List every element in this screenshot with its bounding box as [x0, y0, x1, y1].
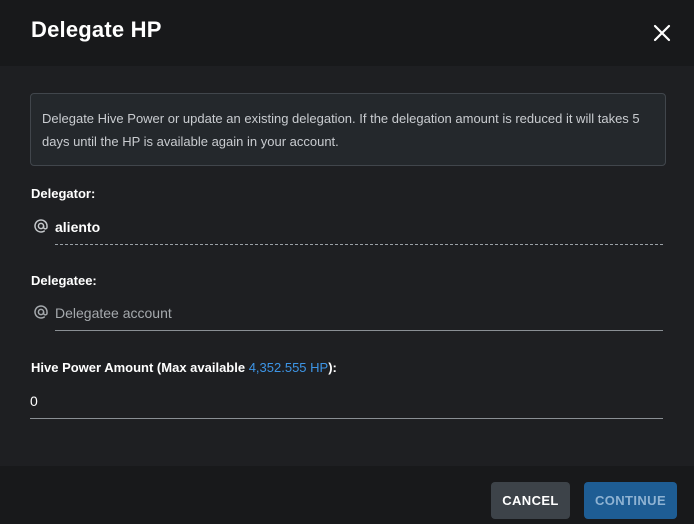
max-available-link[interactable]: 4,352.555 HP — [249, 360, 329, 375]
dialog-body: Delegate Hive Power or update an existin… — [0, 66, 694, 466]
amount-field[interactable] — [30, 381, 663, 419]
delegator-label: Delegator: — [31, 186, 96, 201]
delegate-hp-dialog: Delegate HP Delegate Hive Power or updat… — [0, 0, 694, 524]
dialog-header: Delegate HP — [0, 0, 694, 66]
at-icon — [33, 304, 49, 320]
dialog-footer: CANCEL CONTINUE — [0, 466, 694, 524]
amount-input[interactable] — [30, 390, 660, 412]
delegator-underline — [55, 244, 663, 245]
info-alert: Delegate Hive Power or update an existin… — [30, 93, 666, 166]
delegatee-input[interactable] — [55, 302, 655, 324]
cancel-button[interactable]: CANCEL — [491, 482, 570, 519]
at-icon — [33, 218, 49, 234]
amount-label: Hive Power Amount (Max available 4,352.5… — [31, 360, 337, 375]
amount-label-suffix: ): — [328, 360, 337, 375]
delegatee-label: Delegatee: — [31, 273, 97, 288]
delegator-field: aliento — [30, 207, 663, 245]
amount-label-prefix: Hive Power Amount (Max available — [31, 360, 249, 375]
delegatee-underline — [55, 330, 663, 331]
continue-button[interactable]: CONTINUE — [584, 482, 677, 519]
dialog-title: Delegate HP — [31, 17, 162, 42]
close-icon[interactable] — [650, 21, 674, 45]
delegator-value: aliento — [55, 219, 101, 235]
amount-underline — [30, 418, 663, 419]
delegatee-field[interactable] — [30, 293, 663, 331]
